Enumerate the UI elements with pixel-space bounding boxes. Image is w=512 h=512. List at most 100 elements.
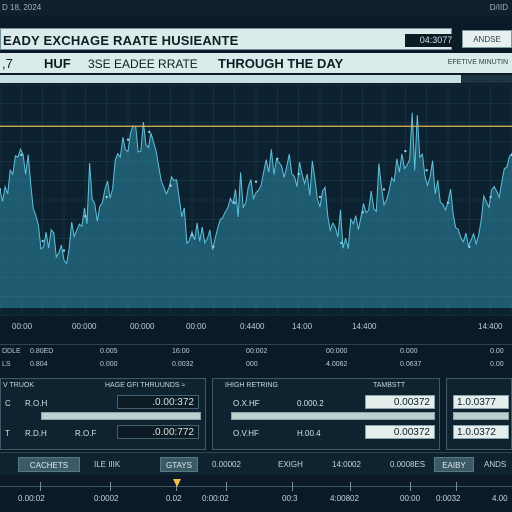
data-point [276,157,279,160]
gtays-button[interactable]: GTAYS [160,457,198,472]
timeline-marker-icon[interactable] [173,479,181,487]
panel-header: HAGE GFI THRUUNDS ≈ [105,382,186,389]
timeline-label: 4:00802 [330,494,359,503]
track-panel: V TRUOK HAGE GFI THRUUNDS ≈ C R.O.H .0.0… [0,378,206,450]
panel-header: IHIGH RETRING [225,382,278,389]
progress-fill [0,75,461,83]
row-cell: DDLE [2,348,21,355]
row-label: R.D.H [25,429,47,438]
toolbar-label: 14:0002 [332,460,361,469]
row-label: O.V.HF [233,429,259,438]
title-button[interactable]: ANDSE [462,30,512,48]
toolbar-label: ANDS [484,460,507,469]
x-axis: 00:00 00:000 00:000 00:00 0:4400 14:00 1… [0,318,512,334]
data-point [404,149,407,153]
data-point [148,130,151,134]
x-tick-label: 00:00 [12,322,33,331]
data-row-2: LS 0.804 0.000 0.0032 000 4.0062 0.0637 … [0,358,512,372]
row-cell: 0.80ED [30,348,54,355]
row-cell: 0.804 [30,361,48,368]
timeline[interactable]: 0.00:02 0:0002 0.02 0:00:02 00:3 4:00802… [0,476,512,512]
row-label: R.O.F [75,429,97,438]
timeline-tick [226,482,227,491]
row-cell: LS [2,361,11,368]
rate-value: ,7 [2,56,16,71]
row-label: 0.000.2 [297,399,324,408]
x-tick-label: 14:400 [352,322,377,331]
data-point [340,241,343,245]
timeline-label: 00:3 [282,494,298,503]
bottom-toolbar: CACHETS ILE IIIK GTAYS 0.00002 EXIGH 14:… [0,452,512,475]
row-cell: 0.0637 [400,361,422,368]
data-point [382,188,386,191]
panel-header: V TRUOK [3,382,34,389]
timeline-tick [350,482,351,491]
row-cell: 0.000 [100,361,118,368]
row-cell: 0.00 [490,348,504,355]
x-tick-label: 0:4400 [240,322,265,331]
data-point [126,138,130,141]
timeline-label: 0.00:02 [18,494,45,503]
timeline-tick [456,482,457,491]
row-cell: 0.0032 [172,361,194,368]
row-cell: 00:002 [246,348,268,355]
currency-code: HUF [44,56,71,71]
timeline-label: 0.02 [166,494,182,503]
slider-track[interactable] [231,412,435,420]
data-point [20,153,23,157]
data-point [190,234,194,237]
title-value-field[interactable]: 04:3077 [405,34,467,47]
row-label: H.00.4 [297,429,321,438]
x-tick-label: 00:000 [72,322,97,331]
top-status-bar: D 18, 2024 D/IID [0,0,512,16]
value-field[interactable]: 1.0.0377 [453,395,509,409]
high-retring-panel: IHIGH RETRING TAMBSTT O.X.HF 0.000.2 0.0… [212,378,440,450]
rate-label: 3SE EADEE RRATE [88,57,198,71]
eaiby-button[interactable]: EAIBY [434,457,474,472]
slider-track[interactable] [41,412,201,420]
row-label: T [5,429,10,438]
data-point [41,239,44,243]
timeline-label: 0:0002 [94,494,119,503]
timeline-label: 4.00 [492,494,508,503]
data-point [62,249,66,252]
data-point [233,201,236,204]
cachets-button[interactable]: CACHETS [18,457,80,472]
toolbar-label: ILE IIIK [94,460,121,469]
data-point [297,172,300,176]
value-field[interactable]: 0.00372 [365,425,435,439]
top-right-label: D/IID [489,3,508,12]
value-field[interactable]: .0.00:372 [117,395,199,409]
value-field[interactable]: 1.0.0372 [453,425,509,439]
title-bar: EADY EXCHAGE RAATE HUSIEANTE 04:3077 [0,28,467,50]
timeline-tick [40,482,41,491]
toolbar-label: 0.0008ES [390,460,426,469]
panel-header: TAMBSTT [373,382,406,389]
data-point [84,214,87,218]
data-point [361,211,364,214]
value-field[interactable]: 0.00372 [365,395,435,409]
x-tick-label: 00:000 [130,322,155,331]
data-point [169,184,172,187]
row-cell: 4.0062 [326,361,348,368]
value-field[interactable]: .0.00:772 [117,425,199,439]
subtitle-bar: ,7 HUF 3SE EADEE RRATE THROUGH THE DAY E… [0,53,512,73]
data-point [212,245,215,248]
row-cell: 0.00 [490,361,504,368]
timeline-label: 0:0032 [436,494,461,503]
x-tick-label: 14:400 [478,322,503,331]
x-tick-label: 14:00 [292,322,313,331]
data-point [425,169,428,172]
through-the-day-label: THROUGH THE DAY [218,56,344,71]
toolbar-label: EXIGH [278,460,303,469]
slider-track[interactable] [453,412,509,420]
timeline-tick [292,482,293,491]
row-cell: 0.005 [100,348,118,355]
row-cell: 16:00 [172,348,190,355]
timeline-tick [110,482,111,491]
timeline-label: 0:00:02 [202,494,229,503]
row-label: R.O.H [25,399,48,408]
timeline-line [0,486,512,487]
data-point [446,201,450,204]
right-panel: 1.0.0377 1.0.0372 [446,378,512,450]
